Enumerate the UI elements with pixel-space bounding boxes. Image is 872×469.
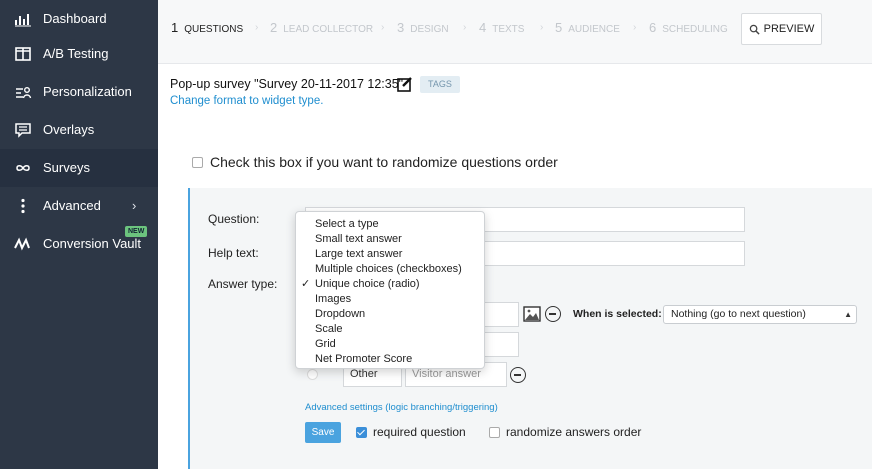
dropdown-option[interactable]: Grid xyxy=(296,337,484,352)
randomize-answers-checkbox[interactable] xyxy=(489,426,500,438)
sidebar-item-label: Surveys xyxy=(43,160,90,175)
remove-option-icon[interactable] xyxy=(545,306,561,322)
step-texts[interactable]: 4 TEXTS xyxy=(479,21,524,37)
randomize-questions-checkbox[interactable] xyxy=(192,156,203,168)
dropdown-option[interactable]: Scale xyxy=(296,322,484,337)
edit-icon[interactable] xyxy=(397,76,413,92)
tags-button[interactable]: TAGS xyxy=(420,76,460,93)
required-question-label: required question xyxy=(373,425,466,439)
dropdown-option[interactable]: Select a type xyxy=(296,217,484,232)
step-questions[interactable]: 1 QUESTIONS xyxy=(171,21,243,37)
overlay-message-icon xyxy=(15,123,31,138)
step-chevron-icon: › xyxy=(540,22,544,33)
randomize-questions-label: Check this box if you want to randomize … xyxy=(210,154,558,170)
step-chevron-icon: › xyxy=(381,22,385,33)
survey-title: Pop-up survey "Survey 20-11-2017 12:35" xyxy=(170,77,404,91)
vertical-dots-icon xyxy=(21,198,25,214)
step-scheduling[interactable]: 6 SCHEDULING xyxy=(649,21,728,37)
answer-type-label: Answer type: xyxy=(208,277,278,291)
step-audience[interactable]: 5 AUDIENCE xyxy=(555,21,620,37)
sidebar-item-personalization[interactable]: Personalization xyxy=(0,73,158,111)
dropdown-option[interactable]: Small text answer xyxy=(296,232,484,247)
image-icon[interactable] xyxy=(523,306,541,322)
sidebar-item-label: A/B Testing xyxy=(43,46,109,61)
step-chevron-icon: › xyxy=(633,22,637,33)
sidebar-item-ab-testing[interactable]: A/B Testing xyxy=(0,35,158,73)
save-button[interactable]: Save xyxy=(305,422,341,443)
advanced-settings-link[interactable]: Advanced settings (logic branching/trigg… xyxy=(305,402,498,414)
sidebar-item-overlays[interactable]: Overlays xyxy=(0,111,158,149)
dropdown-option[interactable]: Multiple choices (checkboxes) xyxy=(296,262,484,277)
dropdown-option[interactable]: Dropdown xyxy=(296,307,484,322)
when-selected-select[interactable]: Nothing (go to next question) ▲ xyxy=(663,305,857,324)
search-icon xyxy=(749,24,760,35)
step-chevron-icon: › xyxy=(463,22,467,33)
chevron-right-icon: › xyxy=(132,198,137,213)
sidebar: Dashboard A/B Testing Personalization Ov… xyxy=(0,0,158,469)
change-format-link[interactable]: Change format to widget type. xyxy=(170,94,323,109)
sidebar-item-label: Conversion Vault xyxy=(43,236,142,251)
step-chevron-icon: › xyxy=(255,22,259,33)
dropdown-option[interactable]: Images xyxy=(296,292,484,307)
sidebar-item-surveys[interactable]: Surveys xyxy=(0,149,158,187)
vault-waves-icon xyxy=(14,237,30,251)
checkmark-icon: ✓ xyxy=(301,278,311,290)
question-label: Question: xyxy=(208,212,260,226)
bar-chart-icon xyxy=(15,14,31,27)
select-arrows-icon: ▲ xyxy=(844,310,852,319)
sidebar-item-label: Advanced xyxy=(43,198,101,213)
dropdown-option[interactable]: Net Promoter Score xyxy=(296,352,484,367)
randomize-answers-label: randomize answers order xyxy=(506,425,642,439)
step-lead-collector[interactable]: 2 LEAD COLLECTOR xyxy=(270,21,373,37)
preview-label: PREVIEW xyxy=(763,23,815,35)
sidebar-item-label: Overlays xyxy=(43,122,95,137)
sidebar-item-label: Personalization xyxy=(43,84,132,99)
sidebar-item-advanced[interactable]: Advanced › xyxy=(0,187,158,225)
step-design[interactable]: 3 DESIGN xyxy=(397,21,449,37)
randomize-answers-option[interactable]: randomize answers order xyxy=(489,425,641,439)
required-question-checkbox[interactable] xyxy=(356,426,367,438)
help-text-label: Help text: xyxy=(208,246,259,260)
new-badge: NEW xyxy=(125,226,148,237)
when-selected-label: When is selected: xyxy=(573,308,662,320)
personalization-icon xyxy=(16,87,32,99)
required-question-option[interactable]: required question xyxy=(356,425,466,439)
other-option-radio[interactable] xyxy=(307,369,318,380)
preview-button[interactable]: PREVIEW xyxy=(741,13,822,45)
split-layout-icon xyxy=(15,47,31,61)
dropdown-option[interactable]: Large text answer xyxy=(296,247,484,262)
answer-type-dropdown[interactable]: Select a type Small text answer Large te… xyxy=(295,211,485,369)
sidebar-item-dashboard[interactable]: Dashboard xyxy=(0,0,158,38)
remove-other-icon[interactable] xyxy=(510,367,526,383)
dropdown-option-selected[interactable]: ✓ Unique choice (radio) xyxy=(296,277,484,292)
randomize-questions-option[interactable]: Check this box if you want to randomize … xyxy=(192,154,558,170)
sidebar-item-conversion-vault[interactable]: Conversion Vault NEW xyxy=(0,225,158,263)
sidebar-item-label: Dashboard xyxy=(43,11,107,26)
infinity-icon xyxy=(16,165,30,171)
